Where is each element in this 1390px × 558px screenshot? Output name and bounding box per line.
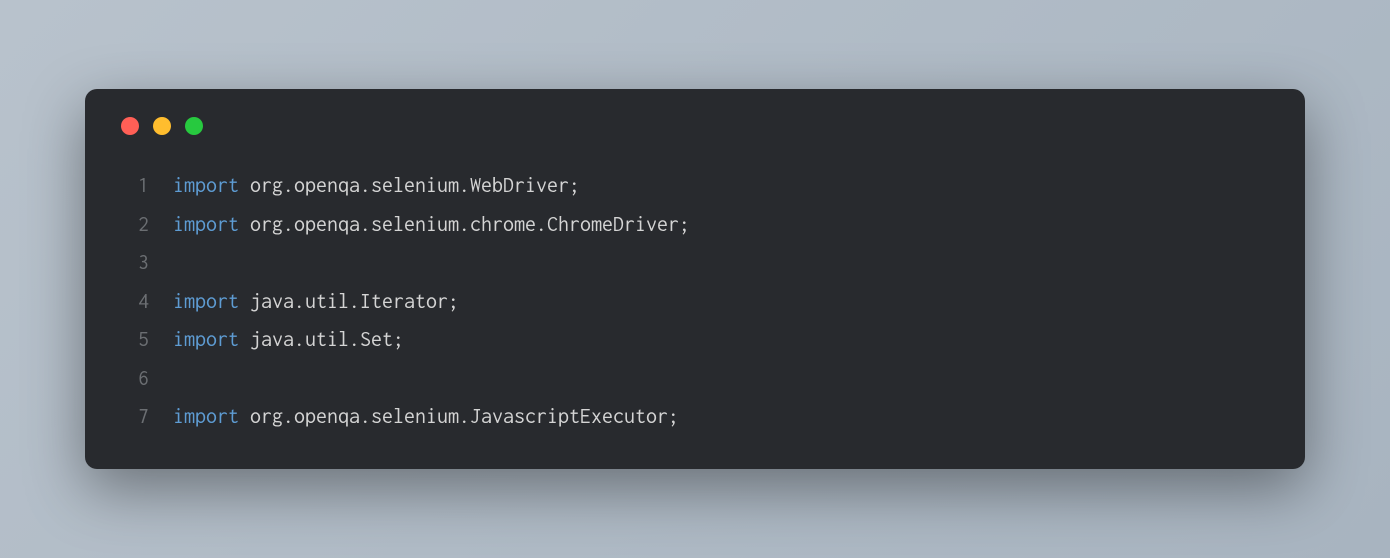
token-keyword: import <box>173 174 239 197</box>
line-number: 1 <box>117 167 149 206</box>
token-keyword: import <box>173 213 239 236</box>
code-content: import org.openqa.selenium.chrome.Chrome… <box>173 206 690 245</box>
token-text: org.openqa.selenium.chrome.ChromeDriver; <box>239 213 690 236</box>
code-content: import java.util.Iterator; <box>173 283 459 322</box>
token-text: java.util.Set; <box>239 328 404 351</box>
line-number: 6 <box>117 360 149 399</box>
token-text: java.util.Iterator; <box>239 290 459 313</box>
code-line: 3 <box>117 244 1273 283</box>
token-keyword: import <box>173 405 239 428</box>
minimize-icon[interactable] <box>153 117 171 135</box>
code-line: 5 import java.util.Set; <box>117 321 1273 360</box>
code-content <box>173 360 184 399</box>
code-content: import java.util.Set; <box>173 321 404 360</box>
line-number: 4 <box>117 283 149 322</box>
token-keyword: import <box>173 290 239 313</box>
maximize-icon[interactable] <box>185 117 203 135</box>
traffic-lights <box>121 117 1273 135</box>
code-window: 1import org.openqa.selenium.WebDriver;2i… <box>85 89 1305 469</box>
code-content: import org.openqa.selenium.WebDriver; <box>173 167 580 206</box>
line-number: 7 <box>117 398 149 437</box>
line-number: 2 <box>117 206 149 245</box>
code-line: 2 import org.openqa.selenium.chrome.Chrom… <box>117 206 1273 245</box>
line-number: 3 <box>117 244 149 283</box>
code-content: import org.openqa.selenium.JavascriptExe… <box>173 398 679 437</box>
close-icon[interactable] <box>121 117 139 135</box>
code-line: 1 import org.openqa.selenium.WebDriver; <box>117 167 1273 206</box>
token-keyword: import <box>173 328 239 351</box>
code-line: 6 <box>117 360 1273 399</box>
code-line: 4 import java.util.Iterator; <box>117 283 1273 322</box>
token-text: org.openqa.selenium.WebDriver; <box>239 174 580 197</box>
line-number: 5 <box>117 321 149 360</box>
code-line: 7 import org.openqa.selenium.JavascriptEx… <box>117 398 1273 437</box>
code-content <box>173 244 184 283</box>
code-area: 1import org.openqa.selenium.WebDriver;2i… <box>117 167 1273 437</box>
token-text: org.openqa.selenium.JavascriptExecutor; <box>239 405 679 428</box>
